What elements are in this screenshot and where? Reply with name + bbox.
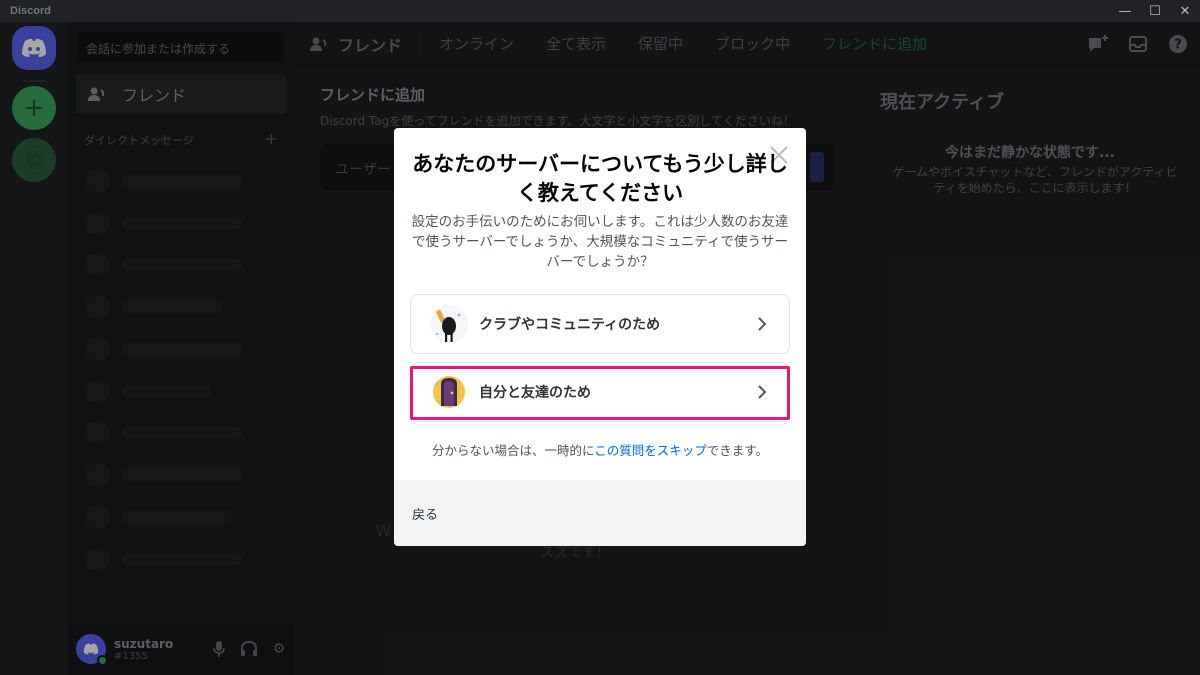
- modal-footer: 戻る: [394, 480, 806, 546]
- chevron-right-icon: [758, 385, 767, 399]
- minimize-icon[interactable]: —: [1110, 0, 1140, 22]
- skip-question-link[interactable]: この質問をスキップ: [594, 443, 707, 458]
- option-label: クラブやコミュニティのため: [479, 317, 661, 333]
- chevron-right-icon: [758, 317, 767, 331]
- me-and-friends-icon: [433, 376, 465, 408]
- modal-title: あなたのサーバーについてもう少し詳しく教えてください: [412, 152, 788, 205]
- skip-suffix: できます。: [706, 443, 769, 458]
- maximize-icon[interactable]: ☐: [1140, 0, 1170, 22]
- skip-prefix: 分からない場合は、一時的に: [431, 443, 595, 458]
- app-title: Discord: [10, 5, 51, 17]
- skip-hint: 分からない場合は、一時的にこの質問をスキップできます。: [394, 440, 806, 459]
- club-community-icon: [430, 305, 468, 343]
- back-button[interactable]: 戻る: [412, 504, 438, 523]
- close-window-icon[interactable]: ✕: [1170, 0, 1200, 22]
- option-club-community[interactable]: クラブやコミュニティのため: [410, 294, 790, 354]
- option-me-and-friends[interactable]: 自分と友達のため: [410, 362, 790, 422]
- title-bar: Discord — ☐ ✕: [0, 0, 1200, 22]
- server-purpose-modal: あなたのサーバーについてもう少し詳しく教えてください 設定のお手伝いのためにお伺…: [394, 128, 806, 546]
- modal-description: 設定のお手伝いのためにお伺いします。これは少人数のお友達で使うサーバーでしょうか…: [411, 214, 789, 270]
- option-label: 自分と友達のため: [479, 385, 591, 401]
